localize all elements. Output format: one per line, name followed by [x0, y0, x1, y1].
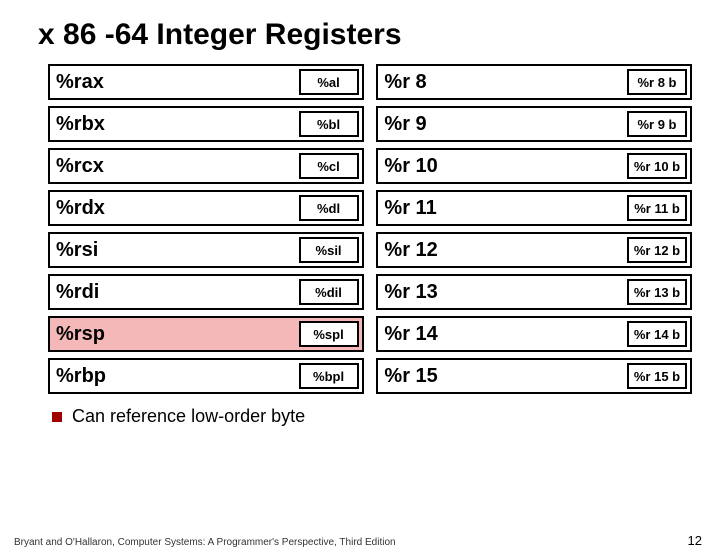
register-64bit-label: %r 9 [378, 114, 426, 134]
register-box: %r 13 %r 13 b [376, 274, 692, 310]
register-box: %rdx %dl [48, 190, 364, 226]
register-cell-left: %rax %al [48, 64, 364, 100]
table-row: %rax %al %r 8 %r 8 b [48, 64, 692, 100]
column-gap [364, 64, 377, 100]
register-cell-left: %rdx %dl [48, 190, 364, 226]
register-64bit-label: %r 10 [378, 156, 437, 176]
column-gap [364, 316, 377, 352]
table-row: %rcx %cl %r 10 %r 10 b [48, 148, 692, 184]
register-box: %rbp %bpl [48, 358, 364, 394]
register-64bit-label: %rsi [50, 240, 98, 260]
register-cell-right: %r 12 %r 12 b [376, 232, 692, 268]
register-8bit-label: %sil [299, 237, 359, 263]
register-8bit-label: %r 11 b [627, 195, 687, 221]
column-gap [364, 106, 377, 142]
register-table: %rax %al %r 8 %r 8 b %rbx %bl %r 9 %r 9 b %rcx %c… [48, 58, 692, 400]
register-8bit-label: %r 9 b [627, 111, 687, 137]
bullet-item: Can reference low-order byte [52, 406, 720, 427]
register-box: %rdi %dil [48, 274, 364, 310]
register-8bit-label: %r 12 b [627, 237, 687, 263]
register-cell-left: %rdi %dil [48, 274, 364, 310]
bullet-icon [52, 412, 62, 422]
table-row: %rbp %bpl %r 15 %r 15 b [48, 358, 692, 394]
register-8bit-label: %r 14 b [627, 321, 687, 347]
register-box: %r 10 %r 10 b [376, 148, 692, 184]
register-64bit-label: %rbx [50, 114, 105, 134]
register-cell-right: %r 10 %r 10 b [376, 148, 692, 184]
register-8bit-label: %bl [299, 111, 359, 137]
register-box: %rbx %bl [48, 106, 364, 142]
column-gap [364, 232, 377, 268]
table-row: %rsp %spl %r 14 %r 14 b [48, 316, 692, 352]
register-cell-right: %r 15 %r 15 b [376, 358, 692, 394]
register-8bit-label: %bpl [299, 363, 359, 389]
register-64bit-label: %rsp [50, 324, 105, 344]
register-box: %r 12 %r 12 b [376, 232, 692, 268]
table-row: %rdi %dil %r 13 %r 13 b [48, 274, 692, 310]
register-8bit-label: %r 13 b [627, 279, 687, 305]
register-8bit-label: %r 8 b [627, 69, 687, 95]
footer-citation: Bryant and O'Hallaron, Computer Systems:… [14, 537, 396, 548]
register-table-wrap: %rax %al %r 8 %r 8 b %rbx %bl %r 9 %r 9 b %rcx %c… [48, 58, 692, 400]
register-8bit-label: %dil [299, 279, 359, 305]
register-8bit-label: %al [299, 69, 359, 95]
register-box: %rsp %spl [48, 316, 364, 352]
table-row: %rsi %sil %r 12 %r 12 b [48, 232, 692, 268]
register-64bit-label: %r 13 [378, 282, 437, 302]
register-cell-right: %r 14 %r 14 b [376, 316, 692, 352]
register-cell-left: %rcx %cl [48, 148, 364, 184]
register-64bit-label: %rcx [50, 156, 104, 176]
column-gap [364, 148, 377, 184]
register-64bit-label: %rax [50, 72, 104, 92]
register-cell-right: %r 9 %r 9 b [376, 106, 692, 142]
register-cell-left: %rsp %spl [48, 316, 364, 352]
register-box: %r 14 %r 14 b [376, 316, 692, 352]
register-box: %r 11 %r 11 b [376, 190, 692, 226]
register-box: %r 8 %r 8 b [376, 64, 692, 100]
page-number: 12 [688, 533, 702, 548]
register-8bit-label: %r 10 b [627, 153, 687, 179]
register-8bit-label: %cl [299, 153, 359, 179]
column-gap [364, 274, 377, 310]
register-cell-right: %r 13 %r 13 b [376, 274, 692, 310]
register-cell-right: %r 8 %r 8 b [376, 64, 692, 100]
register-64bit-label: %r 15 [378, 366, 437, 386]
register-box: %r 15 %r 15 b [376, 358, 692, 394]
table-row: %rbx %bl %r 9 %r 9 b [48, 106, 692, 142]
register-cell-left: %rbx %bl [48, 106, 364, 142]
register-64bit-label: %r 11 [378, 198, 436, 218]
register-8bit-label: %r 15 b [627, 363, 687, 389]
register-box: %rsi %sil [48, 232, 364, 268]
page-title: x 86 -64 Integer Registers [38, 18, 720, 52]
register-box: %rax %al [48, 64, 364, 100]
bullet-text: Can reference low-order byte [72, 406, 305, 427]
table-row: %rdx %dl %r 11 %r 11 b [48, 190, 692, 226]
register-cell-right: %r 11 %r 11 b [376, 190, 692, 226]
register-64bit-label: %r 14 [378, 324, 437, 344]
register-8bit-label: %dl [299, 195, 359, 221]
register-8bit-label: %spl [299, 321, 359, 347]
column-gap [364, 190, 377, 226]
register-64bit-label: %rbp [50, 366, 106, 386]
register-box: %rcx %cl [48, 148, 364, 184]
register-box: %r 9 %r 9 b [376, 106, 692, 142]
register-64bit-label: %r 12 [378, 240, 437, 260]
register-cell-left: %rsi %sil [48, 232, 364, 268]
register-64bit-label: %rdi [50, 282, 99, 302]
register-cell-left: %rbp %bpl [48, 358, 364, 394]
column-gap [364, 358, 377, 394]
register-64bit-label: %r 8 [378, 72, 426, 92]
register-64bit-label: %rdx [50, 198, 105, 218]
